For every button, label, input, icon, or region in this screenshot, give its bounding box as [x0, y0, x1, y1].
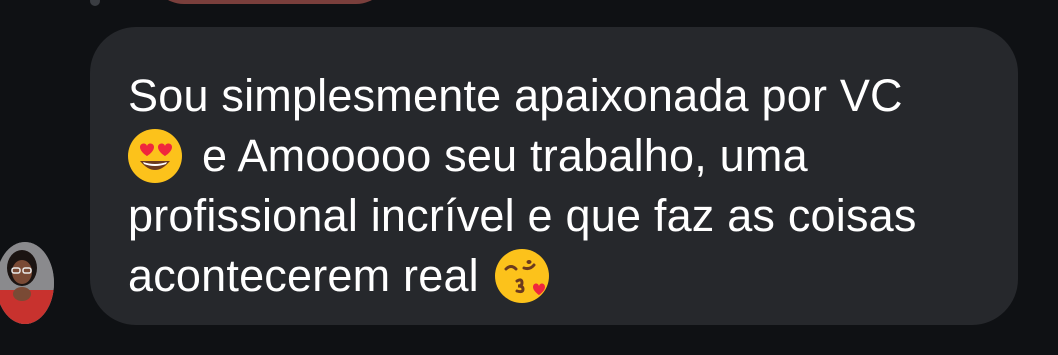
avatar-image: [0, 242, 54, 324]
kissing-heart-emoji-icon: [493, 247, 551, 305]
previous-message-indicator: [90, 0, 100, 6]
message-text: Sou simplesmente apaixonada por VC e Amo…: [128, 66, 978, 306]
previous-media-thumbnail[interactable]: [150, 0, 390, 4]
avatar[interactable]: [0, 242, 54, 324]
message-line-4: acontecerem real: [128, 250, 479, 301]
message-bubble[interactable]: Sou simplesmente apaixonada por VC e Amo…: [90, 27, 1018, 325]
message-line-3: profissional incrível e que faz as coisa…: [128, 190, 917, 241]
message-line-2: e Amooooo seu trabalho, uma: [202, 130, 808, 181]
message-line-1: Sou simplesmente apaixonada por VC: [128, 70, 903, 121]
heart-eyes-emoji-icon: [126, 127, 184, 185]
chat-screen: Sou simplesmente apaixonada por VC e Amo…: [0, 0, 1058, 355]
